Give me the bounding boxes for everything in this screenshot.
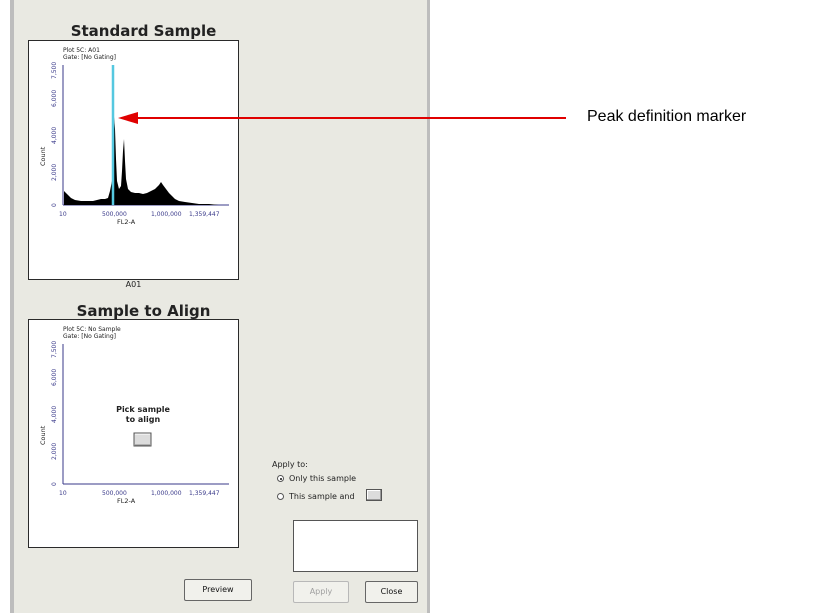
- align-x-tick: 1,000,000: [151, 490, 182, 497]
- standard-gate-label: Gate: [No Gating]: [63, 54, 116, 61]
- pick-sample-text: Pick sample: [116, 405, 170, 414]
- align-y-tick: 4,000: [51, 406, 58, 423]
- standard-y-label: Count: [39, 146, 47, 166]
- standard-sample-caption: A01: [125, 280, 142, 289]
- standard-x-tick: 10: [59, 211, 67, 218]
- align-y-tick: 2,000: [51, 443, 58, 460]
- only-this-sample-radio[interactable]: [277, 475, 284, 482]
- align-x-label: FL2-A: [117, 497, 136, 505]
- standard-y-tick: 2,000: [51, 164, 58, 181]
- align-x-tick: 500,000: [102, 490, 127, 497]
- pick-sample-button[interactable]: [133, 432, 152, 447]
- sample-list[interactable]: [293, 520, 418, 572]
- this-sample-and-label: This sample and: [289, 492, 355, 501]
- standard-sample-title: Standard Sample: [70, 22, 217, 40]
- align-y-tick: 7,500: [51, 341, 58, 358]
- close-button[interactable]: Close: [365, 581, 418, 603]
- pick-additional-sample-button[interactable]: [366, 489, 382, 501]
- standard-x-tick: 1,359,447: [189, 211, 220, 218]
- peak-definition-annotation: Peak definition marker: [587, 108, 747, 125]
- align-x-tick: 1,359,447: [189, 490, 220, 497]
- align-x-tick: 10: [59, 490, 67, 497]
- only-this-sample-label: Only this sample: [289, 474, 357, 483]
- window-edge-right: [427, 0, 430, 613]
- align-sample-plot: Plot 5C: No Sample Gate: [No Gating] 0 2…: [28, 319, 239, 548]
- standard-histogram: [64, 117, 219, 205]
- align-dialog: Standard Sample Plot 5C: A01 Gate: [No G…: [14, 0, 427, 613]
- standard-y-tick: 6,000: [51, 90, 58, 107]
- standard-sample-plot: Plot 5C: A01 Gate: [No Gating] 0 2,000 4…: [28, 40, 239, 280]
- this-sample-and-radio[interactable]: [277, 493, 284, 500]
- apply-to-label: Apply to:: [272, 460, 308, 469]
- pick-sample-text: to align: [126, 415, 161, 424]
- align-sample-title: Sample to Align: [76, 302, 211, 320]
- standard-plot-label: Plot 5C: A01: [63, 47, 100, 54]
- standard-y-tick: 7,500: [51, 62, 58, 79]
- standard-x-label: FL2-A: [117, 218, 136, 226]
- standard-y-tick: 0: [51, 203, 58, 207]
- align-y-tick: 6,000: [51, 369, 58, 386]
- apply-button[interactable]: Apply: [293, 581, 349, 603]
- align-gate-label: Gate: [No Gating]: [63, 333, 116, 340]
- standard-y-tick: 4,000: [51, 127, 58, 144]
- standard-x-tick: 1,000,000: [151, 211, 182, 218]
- align-plot-label: Plot 5C: No Sample: [63, 326, 121, 333]
- align-y-tick: 0: [51, 482, 58, 486]
- standard-x-tick: 500,000: [102, 211, 127, 218]
- preview-button[interactable]: Preview: [184, 579, 252, 601]
- align-y-label: Count: [39, 425, 47, 445]
